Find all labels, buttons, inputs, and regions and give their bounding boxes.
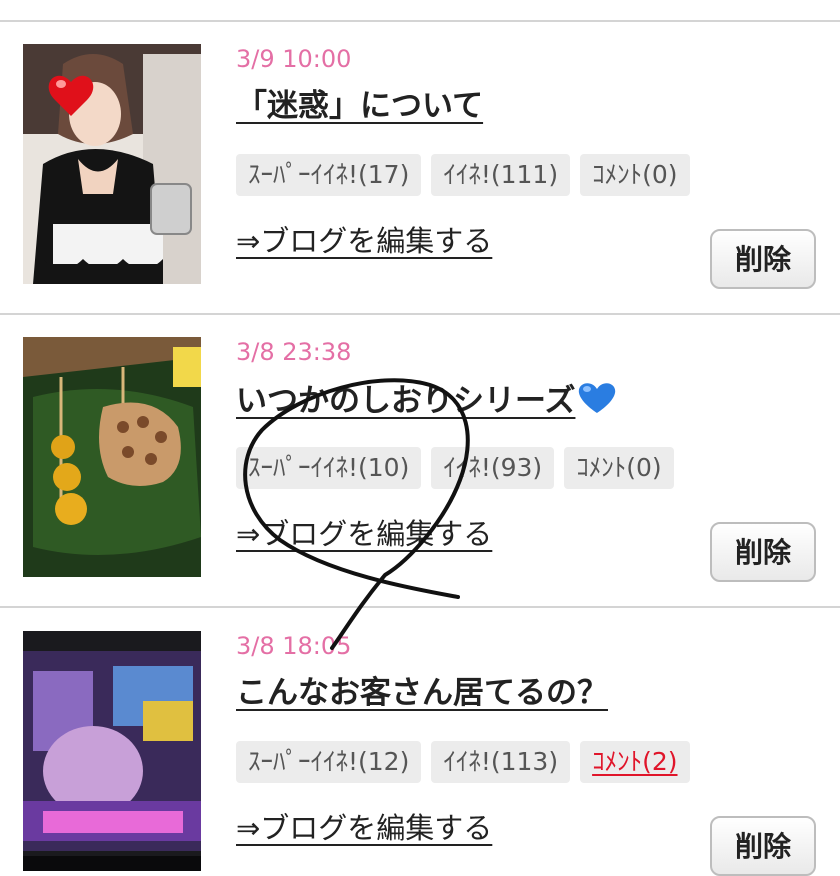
delete-button[interactable]: 削除	[710, 816, 816, 876]
post-title-link[interactable]: いつかのしおりシリーズ	[236, 379, 617, 425]
blog-post-list: 3/9 10:00 「迷惑」について ｽｰﾊﾟｰｲｲﾈ!(17) ｲｲﾈ!(11…	[0, 0, 840, 876]
post-stats: ｽｰﾊﾟｰｲｲﾈ!(10) ｲｲﾈ!(93) ｺﾒﾝﾄ(0)	[236, 447, 674, 489]
post-stats: ｽｰﾊﾟｰｲｲﾈ!(17) ｲｲﾈ!(111) ｺﾒﾝﾄ(0)	[236, 154, 690, 196]
post-title-text: いつかのしおりシリーズ	[236, 383, 576, 419]
divider	[0, 20, 840, 22]
photo-food-image	[23, 337, 201, 577]
post-thumbnail-1[interactable]	[23, 44, 201, 284]
delete-button[interactable]: 削除	[710, 522, 816, 582]
blue-heart-icon	[577, 379, 617, 425]
like-count[interactable]: ｲｲﾈ!(111)	[431, 154, 571, 196]
divider	[0, 606, 840, 608]
post-stats: ｽｰﾊﾟｰｲｲﾈ!(12) ｲｲﾈ!(113) ｺﾒﾝﾄ(2)	[236, 741, 690, 783]
comment-count[interactable]: ｺﾒﾝﾄ(0)	[580, 154, 690, 196]
post-thumbnail-3[interactable]	[23, 631, 201, 871]
post-date: 3/9 10:00	[236, 45, 352, 73]
post-thumbnail-2[interactable]	[23, 337, 201, 577]
super-like-count[interactable]: ｽｰﾊﾟｰｲｲﾈ!(17)	[236, 154, 422, 196]
comment-count[interactable]: ｺﾒﾝﾄ(0)	[564, 447, 674, 489]
post-date: 3/8 23:38	[236, 338, 352, 366]
post-title-link[interactable]: 「迷惑」について	[236, 86, 483, 126]
photo-woman-image	[23, 44, 201, 284]
edit-blog-link[interactable]: ⇒ブログを編集する	[236, 808, 492, 848]
divider	[0, 313, 840, 315]
photo-tv-screen-image	[23, 631, 201, 871]
like-count[interactable]: ｲｲﾈ!(93)	[431, 447, 555, 489]
delete-button[interactable]: 削除	[710, 229, 816, 289]
comment-count-link[interactable]: ｺﾒﾝﾄ(2)	[592, 747, 677, 776]
edit-blog-link[interactable]: ⇒ブログを編集する	[236, 514, 492, 554]
comment-count[interactable]: ｺﾒﾝﾄ(2)	[580, 741, 690, 783]
like-count[interactable]: ｲｲﾈ!(113)	[431, 741, 571, 783]
post-title-link[interactable]: こんなお客さん居てるの？	[236, 673, 608, 713]
super-like-count[interactable]: ｽｰﾊﾟｰｲｲﾈ!(10)	[236, 447, 422, 489]
edit-blog-link[interactable]: ⇒ブログを編集する	[236, 221, 492, 261]
post-date: 3/8 18:05	[236, 632, 352, 660]
super-like-count[interactable]: ｽｰﾊﾟｰｲｲﾈ!(12)	[236, 741, 422, 783]
